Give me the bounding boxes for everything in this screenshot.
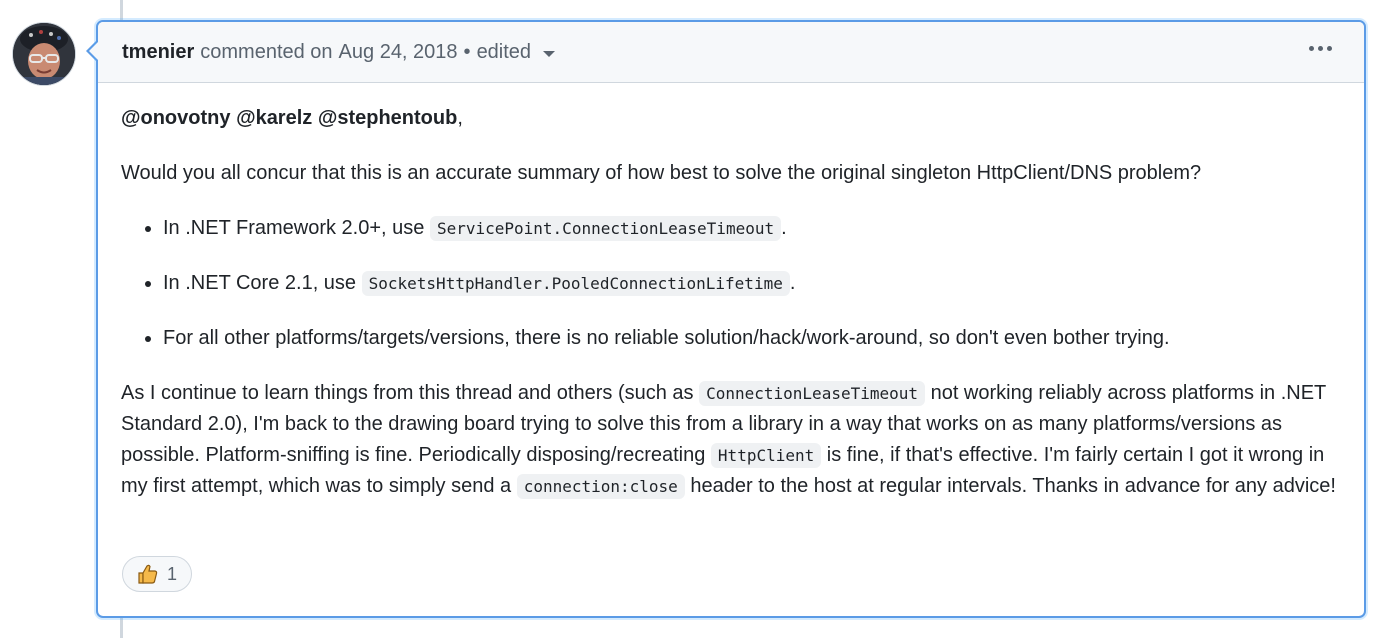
- list-item: For all other platforms/targets/versions…: [163, 323, 1340, 354]
- summary-list: In .NET Framework 2.0+, use ServicePoint…: [121, 213, 1340, 354]
- thumbs-up-icon: [138, 564, 158, 584]
- comment-header: tmenier commented on Aug 24, 2018 • edit…: [98, 22, 1364, 83]
- comment-options-icon[interactable]: [1305, 42, 1336, 55]
- list-item-text: For all other platforms/targets/versions…: [163, 327, 1170, 349]
- header-separator: •: [463, 40, 471, 63]
- edited-dropdown-icon[interactable]: [543, 51, 556, 57]
- comment-caret-inner: [89, 42, 98, 60]
- inline-code: ServicePoint.ConnectionLeaseTimeout: [429, 216, 782, 241]
- intro-paragraph: Would you all concur that this is an acc…: [121, 162, 1202, 184]
- mentions-line: @onovotny @karelz @stephentoub,: [121, 103, 1340, 134]
- list-item-suffix: .: [781, 217, 787, 239]
- list-item-text: In .NET Core 2.1, use: [163, 272, 362, 294]
- inline-code: ConnectionLeaseTimeout: [699, 381, 926, 406]
- inline-code: HttpClient: [710, 443, 822, 468]
- comment-action: commented on: [200, 40, 333, 63]
- list-item: In .NET Core 2.1, use SocketsHttpHandler…: [163, 268, 1340, 299]
- inline-code: connection:close: [516, 474, 685, 499]
- mention-stephentoub[interactable]: @stephentoub: [318, 107, 458, 129]
- list-item: In .NET Framework 2.0+, use ServicePoint…: [163, 213, 1340, 244]
- list-item-text: In .NET Framework 2.0+, use: [163, 217, 430, 239]
- mention-karelz[interactable]: @karelz: [236, 107, 312, 129]
- closing-paragraph: As I continue to learn things from this …: [121, 378, 1340, 502]
- closing-text: As I continue to learn things from this …: [121, 382, 700, 404]
- mentions-suffix: ,: [457, 107, 463, 129]
- author-name[interactable]: tmenier: [122, 41, 194, 64]
- reaction-thumbs-up-button[interactable]: 1: [122, 556, 193, 592]
- comment-box: tmenier commented on Aug 24, 2018 • edit…: [96, 20, 1366, 618]
- author-avatar[interactable]: [12, 22, 76, 86]
- comment-date[interactable]: Aug 24, 2018: [339, 41, 458, 64]
- closing-text: header to the host at regular intervals.…: [684, 475, 1336, 497]
- list-item-suffix: .: [789, 272, 796, 294]
- edited-label[interactable]: edited: [477, 41, 532, 64]
- mention-onovotny[interactable]: @onovotny: [121, 107, 231, 129]
- inline-code: SocketsHttpHandler.PooledConnectionLifet…: [361, 271, 790, 296]
- avatar-image: [13, 23, 75, 85]
- comment-body: @onovotny @karelz @stephentoub, Would yo…: [98, 83, 1364, 502]
- reaction-count: 1: [167, 563, 178, 584]
